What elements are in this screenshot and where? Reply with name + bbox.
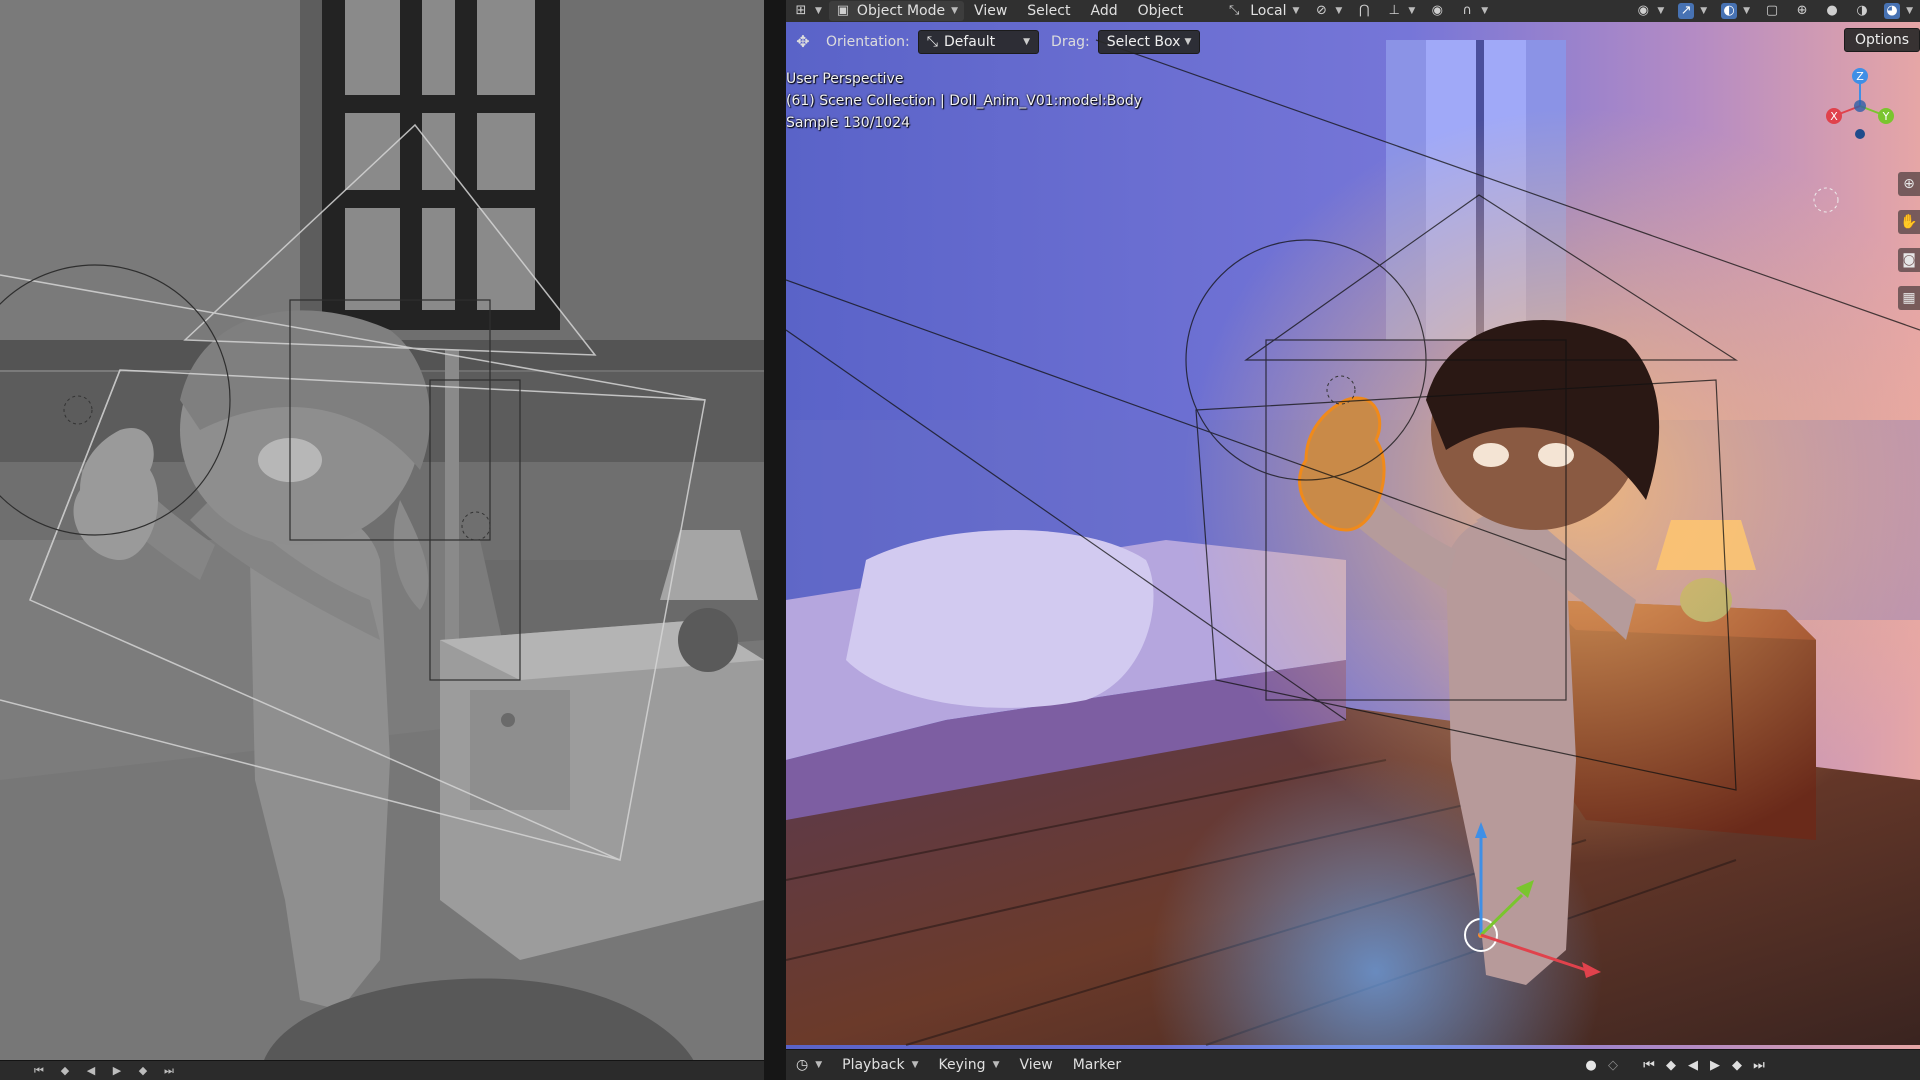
- orientation-label: Orientation:: [826, 34, 910, 50]
- menu-timeline-view[interactable]: View: [1009, 1057, 1062, 1073]
- object-mode-icon: ▣: [836, 3, 850, 18]
- gizmo-icon: ↗: [1678, 3, 1695, 19]
- gizmo-y-label: Y: [1882, 110, 1890, 123]
- left-timeline-controls: ⏮ ◆ ◀ ▶ ◆ ⏭: [0, 1060, 764, 1080]
- jump-prev-keyframe-icon[interactable]: ◆: [1660, 1058, 1682, 1073]
- view-name-text: User Perspective: [786, 71, 904, 87]
- play-icon[interactable]: ▶: [108, 1064, 126, 1078]
- jump-start-icon[interactable]: ⏮: [30, 1064, 48, 1078]
- menu-playback[interactable]: Playback ▼: [832, 1057, 928, 1073]
- proportional-edit-toggle[interactable]: ◉: [1422, 0, 1452, 22]
- active-object-text: (61) Scene Collection | Doll_Anim_V01:mo…: [786, 93, 1143, 109]
- xray-icon: ▢: [1765, 3, 1779, 18]
- move-tool-icon[interactable]: ✥: [792, 31, 814, 53]
- viewport-info-overlay: User Perspective (61) Scene Collection |…: [786, 68, 1142, 134]
- jump-to-end-icon[interactable]: ⏭: [1748, 1058, 1770, 1073]
- playback-label: Playback: [842, 1057, 905, 1073]
- transform-orientation-dropdown[interactable]: ⤡ Local ▼: [1219, 0, 1306, 22]
- pivot-point-dropdown[interactable]: ⊘ ▼: [1306, 0, 1349, 22]
- xray-toggle[interactable]: ▢: [1757, 0, 1787, 22]
- solid-scene-graphic: [0, 0, 764, 1080]
- falloff-curve-icon: ∩: [1462, 3, 1473, 18]
- options-label: Options: [1854, 32, 1909, 48]
- tool-settings-header: ✥ Orientation: ⤡ Default ▼ Drag: Select …: [786, 28, 1920, 56]
- gizmo-toggle[interactable]: ↗ ▼: [1671, 0, 1714, 22]
- play-reverse-icon[interactable]: ◀: [82, 1064, 100, 1078]
- shading-rendered-button[interactable]: ◕ ▼: [1877, 0, 1920, 22]
- orientation-dropdown[interactable]: ⤡ Default ▼: [917, 30, 1040, 54]
- camera-view-icon[interactable]: ◙: [1898, 248, 1920, 272]
- transform-axes-icon: ⤡: [1229, 3, 1240, 18]
- options-button[interactable]: Options: [1843, 28, 1920, 52]
- snap-increment-icon: ⊥: [1388, 3, 1400, 18]
- play-reverse-button-icon[interactable]: ◀: [1682, 1058, 1704, 1073]
- snap-increment-dropdown[interactable]: ⊥ ▼: [1379, 0, 1422, 22]
- gizmo-x-label: X: [1830, 110, 1838, 123]
- menu-add[interactable]: Add: [1080, 0, 1127, 22]
- next-keyframe-icon[interactable]: ◆: [134, 1064, 152, 1078]
- shading-wireframe-button[interactable]: ⊕: [1787, 0, 1817, 22]
- falloff-dropdown[interactable]: ∩ ▼: [1452, 0, 1495, 22]
- drag-dropdown[interactable]: Select Box ▼: [1097, 30, 1201, 54]
- keying-set-icon[interactable]: ◇: [1602, 1058, 1624, 1073]
- timeline-header: ◷ ▼ Playback ▼ Keying ▼ View Marker ● ◇ ⏮ ◆…: [786, 1049, 1920, 1080]
- mode-label: Object Mode: [856, 3, 946, 19]
- rendered-scene-graphic: [786, 0, 1920, 1080]
- menu-select[interactable]: Select: [1017, 0, 1080, 22]
- snap-toggle[interactable]: ⋂: [1349, 0, 1379, 22]
- play-button-icon[interactable]: ▶: [1704, 1058, 1726, 1073]
- menu-view[interactable]: View: [964, 0, 1017, 22]
- proportional-edit-icon: ◉: [1431, 3, 1443, 18]
- drag-label: Drag:: [1051, 34, 1090, 50]
- orientation-value: Default: [943, 34, 996, 50]
- jump-next-keyframe-icon[interactable]: ◆: [1726, 1058, 1748, 1073]
- visibility-dropdown[interactable]: ◉ ▼: [1628, 0, 1671, 22]
- prev-keyframe-icon[interactable]: ◆: [56, 1064, 74, 1078]
- render-sample-text: Sample 130/1024: [786, 115, 911, 131]
- jump-end-icon[interactable]: ⏭: [160, 1064, 178, 1078]
- rendered-shading-icon: ◕: [1884, 3, 1901, 19]
- timeline-editor-type[interactable]: ◷ ▼: [786, 1057, 832, 1073]
- zoom-icon[interactable]: ⊕: [1898, 172, 1920, 196]
- solid-shading-icon: ●: [1826, 3, 1838, 18]
- material-shading-icon: ◑: [1856, 3, 1868, 18]
- wireframe-shading-icon: ⊕: [1796, 3, 1808, 18]
- area-divider[interactable]: [764, 0, 786, 1080]
- menu-object[interactable]: Object: [1128, 0, 1194, 22]
- pivot-icon: ⊘: [1315, 3, 1327, 18]
- overlays-icon: ◐: [1721, 3, 1738, 19]
- orientation-axes-icon: ⤡: [926, 34, 938, 50]
- navigation-gizmo[interactable]: Z Y X: [1820, 64, 1900, 144]
- transform-space-label: Local: [1250, 3, 1287, 19]
- overlays-toggle[interactable]: ◐ ▼: [1714, 0, 1757, 22]
- clock-icon: ◷: [796, 1057, 809, 1073]
- pan-hand-icon[interactable]: ✋: [1898, 210, 1920, 234]
- jump-to-start-icon[interactable]: ⏮: [1638, 1058, 1660, 1073]
- magnet-icon: ⋂: [1359, 3, 1370, 18]
- solid-viewport[interactable]: ⏮ ◆ ◀ ▶ ◆ ⏭: [0, 0, 764, 1080]
- shading-solid-button[interactable]: ●: [1817, 0, 1847, 22]
- shading-material-button[interactable]: ◑: [1847, 0, 1877, 22]
- viewport-header: ⊞ ▼ ▣ Object Mode ▼ View Select Add Objec…: [786, 0, 1920, 22]
- mode-selector[interactable]: ▣ Object Mode ▼: [828, 1, 965, 21]
- gizmo-z-label: Z: [1856, 70, 1864, 83]
- auto-keying-record-icon[interactable]: ●: [1580, 1058, 1602, 1073]
- perspective-grid-icon[interactable]: ▦: [1898, 286, 1920, 310]
- viewport-editor-icon: ⊞: [795, 3, 807, 18]
- eye-icon: ◉: [1637, 3, 1649, 18]
- editor-type-button[interactable]: ⊞ ▼: [786, 0, 829, 22]
- menu-marker[interactable]: Marker: [1063, 1057, 1131, 1073]
- rendered-viewport[interactable]: ⊞ ▼ ▣ Object Mode ▼ View Select Add Objec…: [786, 0, 1920, 1080]
- drag-value: Select Box: [1106, 34, 1181, 50]
- keying-label: Keying: [938, 1057, 986, 1073]
- menu-keying[interactable]: Keying ▼: [929, 1057, 1010, 1073]
